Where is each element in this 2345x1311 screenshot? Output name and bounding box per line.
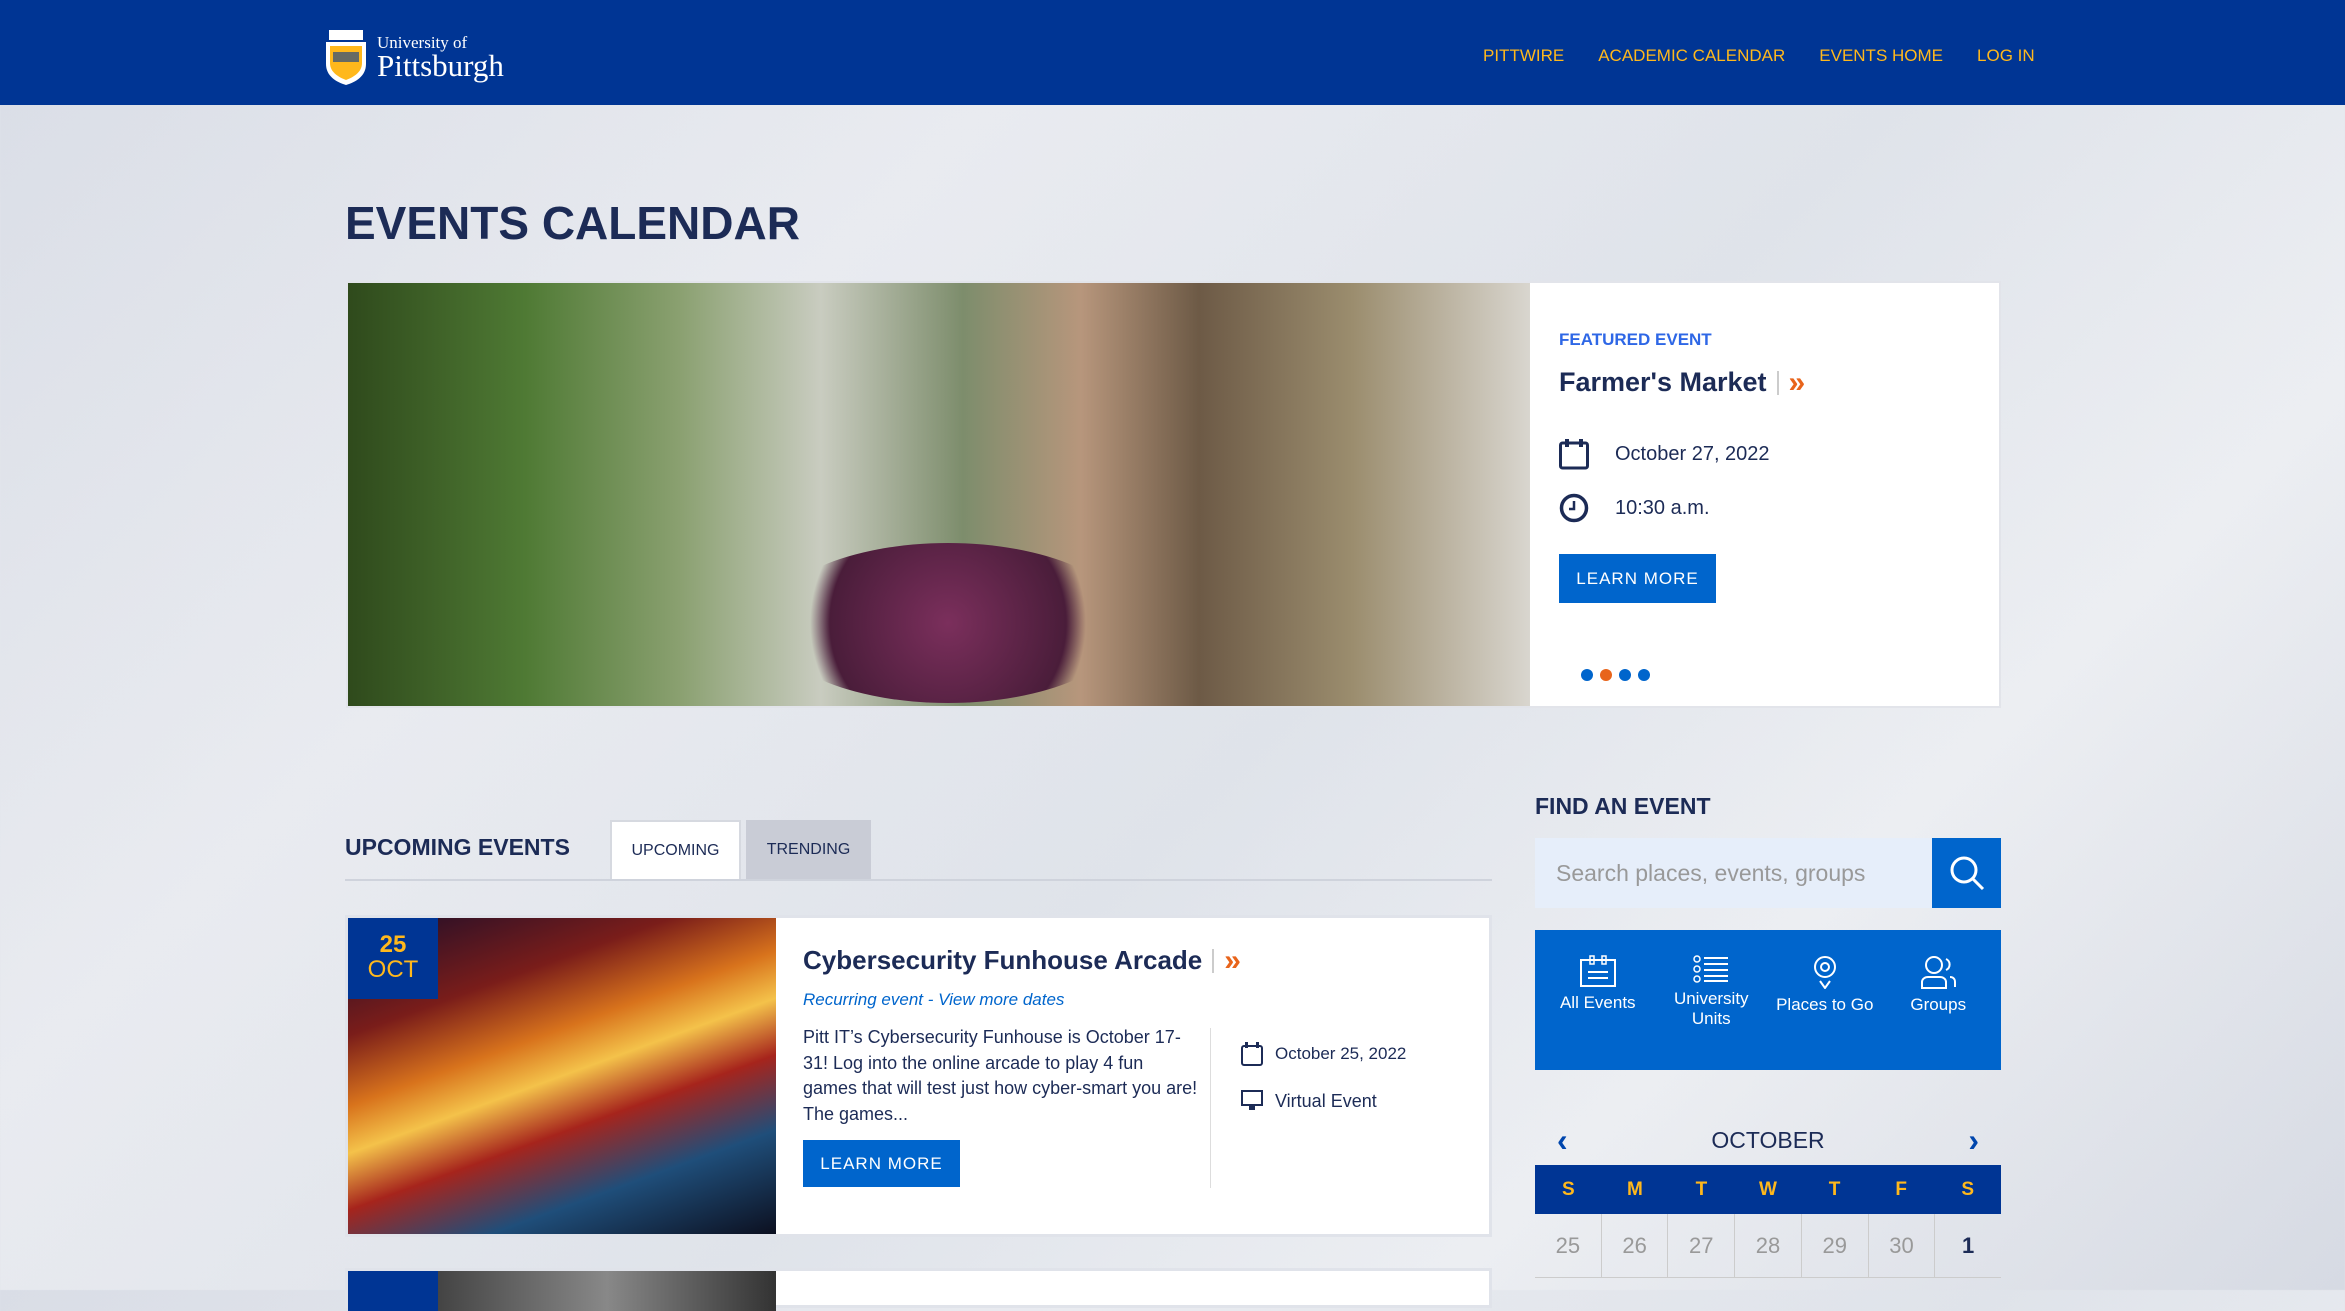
list-icon [1693,955,1729,983]
calendar-day[interactable]: 26 [1600,1214,1668,1277]
featured-learn-more-button[interactable]: LEARN MORE [1559,554,1716,603]
event-date: October 25, 2022 [1275,1044,1407,1063]
weekday: S [1561,1179,1575,1200]
pitt-logo[interactable]: University of Pittsburgh [323,28,504,86]
carousel-dot[interactable] [1638,669,1650,681]
upcoming-events-heading: UPCOMING EVENTS [345,834,570,860]
featured-title[interactable]: Farmer's Market » [1559,367,1805,398]
double-chevron-right-icon[interactable]: » [1789,367,1806,397]
featured-event-card: FEATURED EVENT Farmer's Market » October … [1530,283,2001,706]
calendar-list-icon [1579,955,1616,987]
chevron-left-icon[interactable]: ‹ [1557,1122,1568,1159]
weekday: F [1895,1179,1907,1200]
category-university-units[interactable]: University Units [1656,955,1766,1070]
category-places-to-go[interactable]: Places to Go [1770,955,1880,1070]
event-location-row: Virtual Event [1241,1090,1377,1112]
event-learn-more-button[interactable]: LEARN MORE [803,1140,960,1187]
event-image[interactable]: 25 OCT [348,918,776,1234]
top-nav: PITTWIRE ACADEMIC CALENDAR EVENTS HOME L… [1483,46,2035,66]
calendar-day[interactable]: 28 [1734,1214,1801,1277]
search-icon [1950,856,1984,891]
divider [1210,1028,1211,1188]
weekday: S [1961,1179,1975,1200]
find-event-heading: FIND AN EVENT [1535,793,1711,819]
calendar-day[interactable]: 25 [1535,1214,1601,1277]
featured-title-text[interactable]: Farmer's Market [1559,367,1767,398]
divider [1212,948,1215,973]
event-card [345,1268,1492,1311]
calendar-icon [1241,1042,1263,1066]
carousel-dots [1581,669,1650,681]
logo-line2: Pittsburgh [377,47,504,83]
weekday: M [1626,1179,1643,1200]
event-description: Pitt IT’s Cybersecurity Funhouse is Octo… [803,1027,1198,1124]
map-pin-icon [1813,956,1836,989]
carousel-dot-active[interactable] [1600,669,1612,681]
event-date-row: October 25, 2022 [1241,1042,1406,1066]
calendar-day[interactable]: 1 [1934,1214,2001,1277]
search-input[interactable] [1535,838,1933,908]
divider [1776,370,1779,395]
category-all-events[interactable]: All Events [1543,955,1653,1070]
weekday: T [1695,1179,1708,1200]
recurring-link[interactable]: Recurring event - View more dates [803,990,1064,1010]
category-label: Groups [1910,995,1967,1014]
site-header: University of Pittsburgh PITTWIRE ACADEMI… [0,0,2345,105]
event-image[interactable] [438,1271,776,1311]
nav-pittwire[interactable]: PITTWIRE [1483,46,1564,66]
event-title-text[interactable]: Cybersecurity Funhouse Arcade [803,945,1202,976]
shield-crest-icon [326,30,366,85]
calendar-week-row: 25 26 27 28 29 30 1 [1535,1214,2001,1278]
weekday: T [1828,1179,1841,1200]
featured-carousel: FEATURED EVENT Farmer's Market » October … [346,281,2001,708]
event-card: 25 OCT Cybersecurity Funhouse Arcade » Rec… [345,915,1492,1237]
featured-event-image[interactable] [348,283,1530,706]
featured-date: October 27, 2022 [1615,442,1770,465]
page-title: EVENTS CALENDAR [345,197,800,249]
nav-log-in[interactable]: LOG IN [1977,46,2035,66]
category-panel: All Events University Units Places to Go… [1535,930,2001,1070]
calendar-month: OCTOBER [1711,1127,1825,1153]
tab-upcoming[interactable]: UPCOMING [610,820,741,880]
chevron-right-icon[interactable]: › [1968,1122,1979,1159]
users-icon [1921,956,1957,989]
badge-month: OCT [367,956,419,983]
badge-day: 25 [379,931,407,958]
carousel-dot[interactable] [1581,669,1593,681]
calendar-day[interactable]: 29 [1800,1214,1868,1277]
calendar-day[interactable]: 27 [1667,1214,1734,1277]
featured-date-row: October 27, 2022 [1559,438,1770,470]
calendar-icon [1559,439,1589,470]
calendar-weekdays: SMTWTFS [1535,1165,2001,1214]
clock-icon [1559,493,1589,523]
carousel-dot[interactable] [1619,669,1631,681]
category-label: Places to Go [1776,995,1874,1014]
monitor-icon [1241,1090,1263,1110]
nav-academic-calendar[interactable]: ACADEMIC CALENDAR [1598,46,1785,66]
double-chevron-right-icon[interactable]: » [1224,945,1241,975]
featured-time-row: 10:30 a.m. [1559,493,1710,523]
calendar-month-nav: ‹ OCTOBER › [1535,1122,2001,1159]
date-badge: 25 OCT [348,918,438,999]
event-title[interactable]: Cybersecurity Funhouse Arcade » [803,945,1241,976]
category-label: University Units [1673,989,1749,1028]
search-button[interactable] [1932,838,2001,908]
category-label: All Events [1559,993,1636,1012]
category-groups[interactable]: Groups [1883,955,1993,1070]
event-location: Virtual Event [1275,1090,1377,1111]
tab-divider [345,879,1492,881]
calendar-day[interactable]: 30 [1867,1214,1935,1277]
nav-events-home[interactable]: EVENTS HOME [1819,46,1943,66]
tab-trending[interactable]: TRENDING [746,820,871,880]
featured-time: 10:30 a.m. [1615,496,1710,519]
weekday: W [1759,1179,1777,1200]
featured-label: FEATURED EVENT [1559,330,1712,349]
